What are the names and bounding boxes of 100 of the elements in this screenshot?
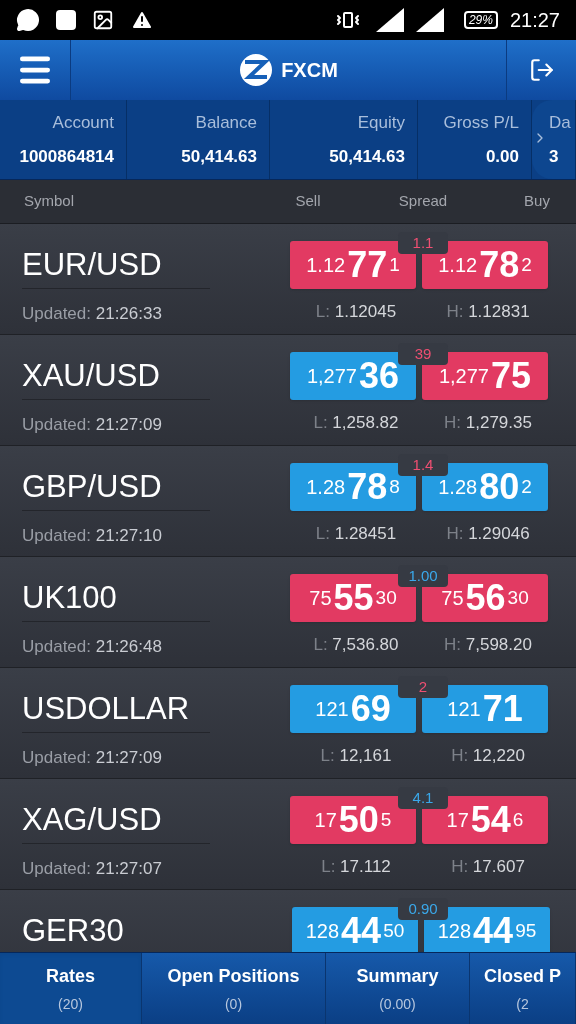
high-label: H: (451, 746, 469, 765)
symbol-name: EUR/USD (22, 246, 210, 289)
chat-icon (16, 8, 40, 32)
account-label: Account (52, 112, 114, 134)
price-suffix: 30 (507, 585, 529, 610)
updated-time: 21:27:10 (95, 526, 162, 545)
price-pips: 77 (347, 247, 388, 283)
low-value: 1.28451 (334, 524, 397, 543)
updated-label: Updated: (22, 748, 91, 767)
low-label: L: (313, 413, 328, 432)
price-suffix: 30 (375, 585, 397, 610)
high-value: 12,220 (472, 746, 525, 765)
price-pips: 78 (347, 469, 388, 505)
account-value: 50,414.63 (181, 145, 257, 168)
low-value: 12,161 (339, 746, 392, 765)
brand-name: FXCM (281, 58, 338, 83)
updated-label: Updated: (22, 637, 91, 656)
column-sort-header[interactable]: Spread (398, 190, 448, 213)
price-prefix: 128 (437, 919, 472, 944)
account-label: Balance (195, 112, 257, 134)
price-prefix: 17 (446, 808, 469, 833)
spread-value: 1.1 (398, 232, 448, 254)
price-suffix: 2 (521, 252, 532, 277)
price-prefix: 1.28 (306, 475, 346, 500)
updated-time: 21:26:33 (95, 304, 162, 323)
updated-label: Updated: (22, 415, 91, 434)
updated-time: 21:26:48 (95, 637, 162, 656)
price-pips: 44 (473, 913, 514, 949)
high-value: 1.12831 (468, 302, 530, 321)
price-suffix: 95 (515, 918, 537, 943)
price-suffix: 6 (512, 807, 524, 832)
symbol-name: XAG/USD (22, 801, 210, 844)
high-label: H: (451, 857, 469, 876)
signal-icon (375, 8, 404, 32)
updated-time: 21:27:09 (95, 415, 162, 434)
logout-icon (528, 57, 555, 83)
symbol-name: UK100 (22, 579, 210, 622)
image-icon (92, 9, 114, 31)
price-prefix: 1,277 (438, 364, 489, 389)
spread-value: 0.90 (398, 898, 448, 920)
logo-icon (239, 53, 274, 87)
spread-value: 1.00 (398, 565, 448, 587)
spread-value: 4.1 (398, 787, 448, 809)
low-value: 7,536.80 (332, 635, 399, 654)
clock: 21:27 (509, 8, 560, 33)
bottom-tab[interactable]: Open Positions (0) (142, 953, 326, 1024)
updated-label: Updated: (22, 526, 91, 545)
column-sort-header[interactable]: Sell (295, 190, 321, 213)
symbol-name: GBP/USD (22, 468, 210, 511)
column-sort-header[interactable]: Buy (524, 190, 550, 213)
column-sort-header[interactable]: Symbol (24, 190, 75, 213)
low-value: 17.112 (340, 857, 391, 876)
high-label: H: (446, 524, 464, 543)
price-suffix: 1 (389, 252, 400, 277)
price-pips: 78 (479, 247, 520, 283)
updated-label: Updated: (22, 304, 91, 323)
price-prefix: 128 (305, 919, 340, 944)
low-label: L: (315, 302, 330, 321)
symbol-name: USDOLLAR (22, 690, 210, 733)
price-pips: 54 (470, 802, 511, 838)
symbol-name: XAU/USD (22, 357, 210, 400)
low-value: 1.12045 (334, 302, 397, 321)
updated-time: 21:27:07 (95, 859, 162, 878)
high-label: H: (444, 635, 462, 654)
high-value: 17.607 (472, 857, 525, 876)
low-label: L: (313, 635, 328, 654)
price-prefix: 75 (309, 586, 332, 611)
price-pips: 75 (491, 358, 532, 394)
price-pips: 36 (359, 358, 400, 394)
price-prefix: 1,277 (306, 364, 357, 389)
price-pips: 56 (465, 580, 506, 616)
price-prefix: 17 (314, 808, 337, 833)
high-label: H: (444, 413, 462, 432)
updated-label: Updated: (22, 859, 91, 878)
account-value: 0.00 (485, 145, 519, 168)
high-value: 1,279.35 (465, 413, 532, 432)
bottom-tab[interactable]: Summary (0.00) (326, 953, 470, 1024)
updated-time: 21:27:09 (95, 748, 162, 767)
high-value: 7,598.20 (465, 635, 532, 654)
signal-icon (415, 8, 444, 32)
price-pips: 50 (338, 802, 379, 838)
price-prefix: 121 (447, 697, 481, 722)
price-pips: 44 (341, 913, 382, 949)
price-pips: 71 (482, 691, 523, 727)
bottom-tab[interactable]: Closed P (2 (470, 953, 576, 1024)
price-pips: 55 (333, 580, 374, 616)
high-value: 1.29046 (468, 524, 530, 543)
bottom-tab[interactable]: Rates (20) (0, 953, 142, 1024)
spread-value: 2 (398, 676, 448, 698)
price-prefix: 75 (441, 586, 464, 611)
low-value: 1,258.82 (332, 413, 399, 432)
battery-level: 29% (463, 11, 498, 29)
high-label: H: (446, 302, 464, 321)
price-pips: 69 (350, 691, 391, 727)
account-label: Equity (357, 112, 405, 134)
low-label: L: (320, 746, 335, 765)
low-label: L: (315, 524, 330, 543)
price-pips: 80 (479, 469, 520, 505)
account-value: 50,414.63 (329, 145, 405, 168)
account-label: Da (549, 112, 571, 134)
